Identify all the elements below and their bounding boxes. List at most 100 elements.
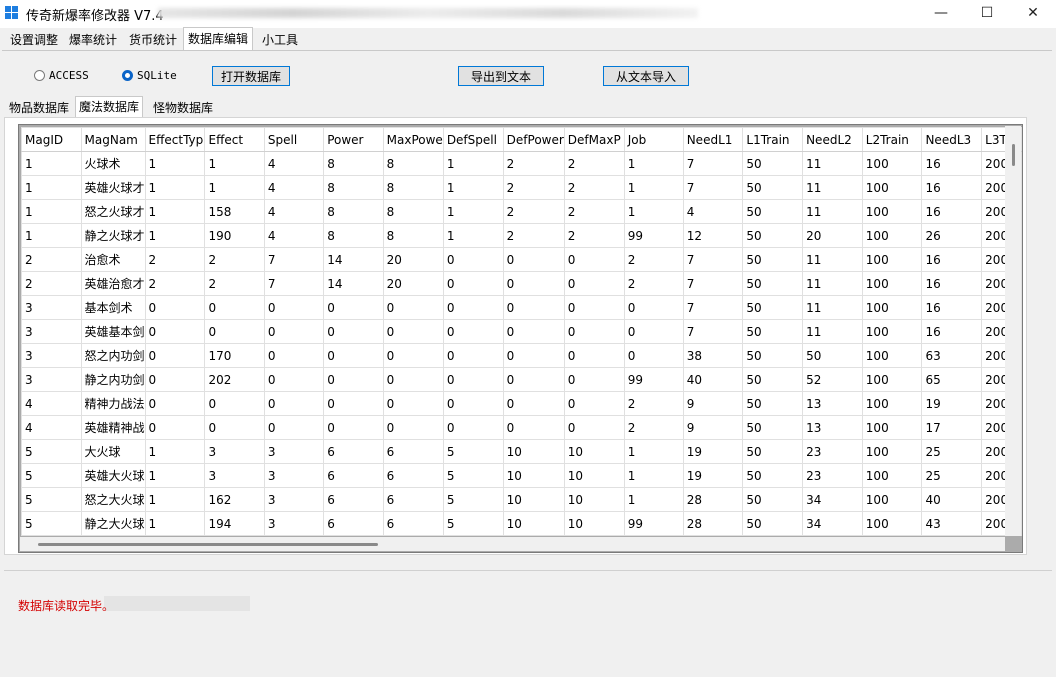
table-cell[interactable]: 158	[204, 199, 265, 224]
table-cell[interactable]: 3	[263, 439, 325, 464]
table-cell[interactable]: 大火球	[80, 439, 146, 464]
table-cell[interactable]: 5	[442, 511, 504, 536]
table-cell[interactable]: 1	[623, 463, 684, 488]
sqlite-radio[interactable]: SQLite	[122, 69, 177, 82]
table-cell[interactable]: 50	[742, 391, 804, 416]
table-cell[interactable]: 100	[861, 463, 923, 488]
table-cell[interactable]: 6	[382, 511, 444, 536]
table-cell[interactable]: 50	[742, 319, 804, 344]
column-header[interactable]: Power	[323, 127, 384, 152]
table-row[interactable]: 4 英雄精神战 0 0 0 0 0 0 0 0 2 9 50 13 100 17 200	[21, 415, 1022, 440]
table-cell[interactable]: 4	[263, 175, 325, 200]
table-cell[interactable]: 0	[263, 319, 325, 344]
table-cell[interactable]: 50	[742, 487, 804, 512]
table-cell[interactable]: 20	[802, 223, 863, 248]
table-cell[interactable]: 11	[802, 247, 863, 272]
table-cell[interactable]: 0	[563, 415, 625, 440]
table-cell[interactable]: 100	[861, 487, 923, 512]
column-header[interactable]: Spell	[263, 127, 325, 152]
table-cell[interactable]: 12	[682, 223, 744, 248]
table-cell[interactable]: 2	[623, 247, 684, 272]
table-cell[interactable]: 50	[742, 295, 804, 320]
table-cell[interactable]: 50	[742, 343, 804, 368]
tab-settings[interactable]: 设置调整	[6, 30, 62, 50]
table-cell[interactable]: 0	[563, 391, 625, 416]
table-cell[interactable]: 100	[861, 175, 923, 200]
table-row[interactable]: 2 治愈术 2 2 7 14 20 0 0 0 2 7 50 11 100 16 200	[21, 247, 1022, 272]
table-cell[interactable]: 0	[263, 295, 325, 320]
column-header[interactable]: L1Train	[742, 127, 804, 152]
table-cell[interactable]: 1	[442, 223, 504, 248]
column-header[interactable]: L2Train	[861, 127, 923, 152]
table-cell[interactable]: 7	[263, 247, 325, 272]
table-cell[interactable]: 0	[323, 319, 384, 344]
table-cell[interactable]: 17	[921, 415, 983, 440]
table-cell[interactable]: 静之内功剑	[80, 367, 146, 392]
table-cell[interactable]: 5	[21, 487, 82, 512]
table-cell[interactable]: 11	[802, 271, 863, 296]
table-cell[interactable]: 0	[563, 319, 625, 344]
table-cell[interactable]: 0	[502, 271, 565, 296]
table-cell[interactable]: 1	[144, 439, 206, 464]
table-cell[interactable]: 194	[204, 511, 265, 536]
export-to-text-button[interactable]: 导出到文本	[458, 66, 544, 86]
table-cell[interactable]: 6	[323, 511, 384, 536]
table-cell[interactable]: 100	[861, 223, 923, 248]
table-cell[interactable]: 1	[623, 175, 684, 200]
table-cell[interactable]: 怒之内功剑	[80, 343, 146, 368]
table-cell[interactable]: 4	[21, 415, 82, 440]
table-cell[interactable]: 100	[861, 391, 923, 416]
table-cell[interactable]: 精神力战法	[80, 391, 146, 416]
table-cell[interactable]: 16	[921, 319, 983, 344]
table-cell[interactable]: 10	[502, 487, 565, 512]
table-cell[interactable]: 0	[144, 295, 206, 320]
table-cell[interactable]: 13	[802, 391, 863, 416]
table-cell[interactable]: 3	[263, 463, 325, 488]
table-cell[interactable]: 火球术	[80, 151, 146, 176]
table-cell[interactable]: 10	[563, 511, 625, 536]
table-cell[interactable]: 0	[502, 295, 565, 320]
table-cell[interactable]: 7	[682, 271, 744, 296]
table-cell[interactable]: 100	[861, 151, 923, 176]
table-cell[interactable]: 28	[682, 487, 744, 512]
table-cell[interactable]: 0	[144, 367, 206, 392]
open-database-button[interactable]: 打开数据库	[212, 66, 290, 86]
column-header[interactable]: Effect	[204, 127, 265, 152]
table-cell[interactable]: 英雄精神战	[80, 415, 146, 440]
table-cell[interactable]: 2	[563, 175, 625, 200]
table-cell[interactable]: 26	[921, 223, 983, 248]
column-header[interactable]: MaxPowe	[382, 127, 444, 152]
table-cell[interactable]: 4	[263, 223, 325, 248]
access-radio[interactable]: ACCESS	[34, 69, 89, 82]
table-cell[interactable]: 50	[742, 367, 804, 392]
table-cell[interactable]: 2	[563, 223, 625, 248]
table-cell[interactable]: 23	[802, 439, 863, 464]
column-header[interactable]: MagNam	[80, 127, 146, 152]
table-cell[interactable]: 7	[682, 319, 744, 344]
table-cell[interactable]: 治愈术	[80, 247, 146, 272]
table-cell[interactable]: 100	[861, 319, 923, 344]
table-cell[interactable]: 99	[623, 367, 684, 392]
table-cell[interactable]: 1	[144, 463, 206, 488]
table-cell[interactable]: 19	[921, 391, 983, 416]
table-cell[interactable]: 9	[682, 415, 744, 440]
table-cell[interactable]: 6	[323, 487, 384, 512]
column-header[interactable]: Job	[623, 127, 684, 152]
table-cell[interactable]: 25	[921, 439, 983, 464]
table-cell[interactable]: 6	[382, 487, 444, 512]
table-cell[interactable]: 7	[263, 271, 325, 296]
table-cell[interactable]: 2	[623, 391, 684, 416]
subtab-item-db[interactable]: 物品数据库	[6, 99, 72, 117]
table-cell[interactable]: 50	[742, 247, 804, 272]
table-cell[interactable]: 3	[21, 343, 82, 368]
table-cell[interactable]: 8	[382, 223, 444, 248]
table-cell[interactable]: 1	[21, 175, 82, 200]
table-cell[interactable]: 34	[802, 511, 863, 536]
table-cell[interactable]: 0	[563, 367, 625, 392]
vertical-scrollbar[interactable]	[1005, 126, 1021, 536]
table-cell[interactable]: 2	[144, 271, 206, 296]
table-cell[interactable]: 40	[682, 367, 744, 392]
table-cell[interactable]: 0	[563, 343, 625, 368]
table-cell[interactable]: 8	[382, 175, 444, 200]
table-cell[interactable]: 3	[21, 319, 82, 344]
